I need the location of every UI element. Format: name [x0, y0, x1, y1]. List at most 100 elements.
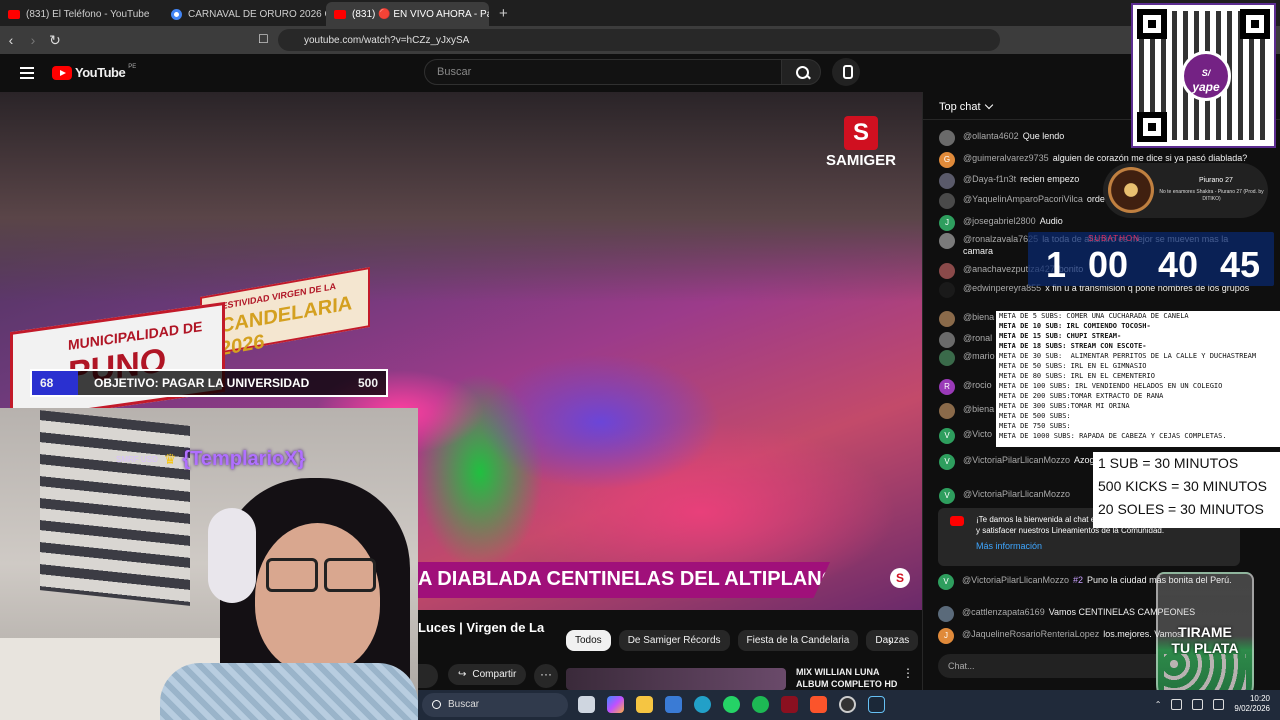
avatar[interactable]: V: [938, 574, 954, 590]
message-author[interactable]: @VictoriaPilarLlicanMozzo: [962, 575, 1069, 585]
more-info-link[interactable]: Más información: [976, 541, 1240, 552]
message-author[interactable]: @guimeralvarez9735: [963, 153, 1049, 163]
new-tab-button[interactable]: +: [489, 5, 518, 26]
message-author[interactable]: @biena: [963, 404, 994, 414]
chevron-down-icon: [984, 100, 993, 110]
kebab-menu-icon[interactable]: ⋮: [902, 666, 914, 680]
message-author[interactable]: @VictoriaPilarLlicanMozzo: [963, 489, 1070, 499]
obs-icon[interactable]: [839, 696, 856, 713]
message-author[interactable]: @Victo: [963, 429, 992, 439]
clock[interactable]: 10:20 9/02/2026: [1234, 694, 1270, 714]
search-icon[interactable]: [781, 59, 821, 85]
avatar[interactable]: [939, 350, 955, 366]
chip-candelaria[interactable]: Fiesta de la Candelaria: [737, 630, 859, 651]
avatar[interactable]: [939, 173, 955, 189]
message-author[interactable]: @Daya-f1n3t: [963, 174, 1016, 184]
message-author[interactable]: @VictoriaPilarLlicanMozzo: [963, 455, 1070, 465]
message-author[interactable]: @josegabriel2800: [963, 216, 1036, 226]
sync-icon[interactable]: [1171, 698, 1183, 710]
app-icon[interactable]: [781, 696, 798, 713]
reload-icon[interactable]: ↻: [44, 32, 66, 49]
message-author[interactable]: @mario: [963, 351, 995, 361]
avatar[interactable]: [939, 263, 955, 279]
menu-icon[interactable]: [20, 67, 34, 79]
browser-tab-2[interactable]: CARNAVAL DE ORURO 2026 CUANDO: [163, 2, 326, 26]
goal-line: META DE 100 SUBS: IRL VENDIENDO HELADOS …: [999, 382, 1223, 390]
avatar[interactable]: R: [939, 379, 955, 395]
yape-logo: S/ yape: [1181, 51, 1231, 101]
goal-line: META DE 50 SUBS: IRL EN EL GIMNASIO: [999, 362, 1147, 370]
back-icon[interactable]: ‹: [0, 32, 22, 48]
avatar[interactable]: J: [938, 628, 954, 644]
mic-muted-icon[interactable]: [1213, 698, 1225, 710]
timer-days-or-minutes: 00: [1088, 244, 1129, 285]
message-text: orde: [1086, 194, 1105, 204]
avatar[interactable]: V: [939, 488, 955, 504]
chip-samiger[interactable]: De Samiger Récords: [618, 630, 730, 651]
message-author[interactable]: @YaquelinAmparoPacoriVilca: [963, 194, 1083, 204]
message-author[interactable]: @biena: [963, 312, 994, 322]
glasses: [262, 558, 377, 592]
avatar[interactable]: [939, 311, 955, 327]
recommended-title[interactable]: MIX WILLIAN LUNA ALBUM COMPLETO HD: [796, 666, 906, 690]
message-body: @Victo: [963, 428, 996, 444]
edge-icon[interactable]: [694, 696, 711, 713]
goal-line: META DE 750 SUBS:: [999, 422, 1071, 430]
browser-tab-1[interactable]: (831) El Teléfono - YouTube: [0, 2, 163, 26]
url-field[interactable]: youtube.com/watch?v=hCZz_yJxySA: [278, 29, 1000, 51]
recommended-thumbnail[interactable]: [566, 668, 786, 690]
crowd-background: [0, 92, 922, 302]
task-view-icon[interactable]: [578, 696, 595, 713]
message-body: @YaquelinAmparoPacoriVilca orde: [963, 193, 1105, 209]
message-author[interactable]: @JaquelineRosarioRenteriaLopez: [962, 629, 1099, 639]
tab-title: (831) 🔴 EN VIVO AHORA - Para: [352, 8, 489, 20]
dislike-button[interactable]: [418, 664, 438, 688]
youtube-logo[interactable]: YouTube PE: [52, 64, 136, 80]
avatar[interactable]: G: [939, 152, 955, 168]
message-author[interactable]: @rocio: [963, 380, 992, 390]
avatar[interactable]: [939, 233, 955, 249]
taskbar-search[interactable]: Buscar: [422, 693, 568, 717]
avatar[interactable]: J: [939, 215, 955, 231]
goal-current: 68: [32, 371, 78, 395]
avatar[interactable]: [939, 282, 955, 298]
microphone-icon[interactable]: [832, 58, 860, 86]
avatar[interactable]: V: [939, 428, 955, 444]
qr-corner: [1240, 9, 1270, 39]
more-actions-icon[interactable]: ···: [534, 664, 558, 688]
samiger-text: SAMIGER: [826, 152, 897, 169]
avatar[interactable]: [939, 193, 955, 209]
avatar[interactable]: [939, 130, 955, 146]
clock-date: 9/02/2026: [1234, 704, 1270, 713]
file-explorer-icon[interactable]: [636, 696, 653, 713]
google-icon: [171, 8, 182, 20]
avatar[interactable]: [938, 606, 954, 622]
volume-icon[interactable]: [1192, 698, 1204, 710]
samiger-logo-icon: S: [844, 116, 878, 150]
goal-line: META DE 18 SUBS: STREAM CON ESCOTE-: [999, 342, 1147, 350]
search-input[interactable]: Buscar: [424, 59, 782, 85]
whatsapp-icon[interactable]: [723, 696, 740, 713]
steam-icon[interactable]: [868, 696, 885, 713]
avatar[interactable]: V: [939, 454, 955, 470]
forward-icon[interactable]: ›: [22, 32, 44, 48]
avatar[interactable]: [939, 332, 955, 348]
message-author[interactable]: @ollanta4602: [963, 131, 1019, 141]
message-author[interactable]: @ronal: [963, 333, 992, 343]
message-author[interactable]: @ronalzavala7625: [963, 234, 1038, 244]
browser-tab-3[interactable]: (831) 🔴 EN VIVO AHORA - Para ✕: [326, 2, 489, 26]
chip-todos[interactable]: Todos: [566, 630, 611, 651]
brave-icon[interactable]: [810, 696, 827, 713]
yape-currency: S/: [1201, 68, 1211, 78]
bookmark-icon[interactable]: ☐: [258, 32, 269, 46]
chevron-up-icon[interactable]: ⌃: [1155, 700, 1162, 709]
spotify-icon[interactable]: [752, 696, 769, 713]
chat-input[interactable]: Chat...: [938, 654, 1168, 678]
goal-line: META DE 500 SUBS:: [999, 412, 1071, 420]
store-icon[interactable]: [665, 696, 682, 713]
chevron-right-icon[interactable]: ›: [888, 634, 892, 649]
copilot-icon[interactable]: [607, 696, 624, 713]
message-author[interactable]: @cattlenzapata6169: [962, 607, 1045, 617]
avatar[interactable]: [939, 403, 955, 419]
share-button[interactable]: ↪ Compartir: [448, 664, 527, 685]
